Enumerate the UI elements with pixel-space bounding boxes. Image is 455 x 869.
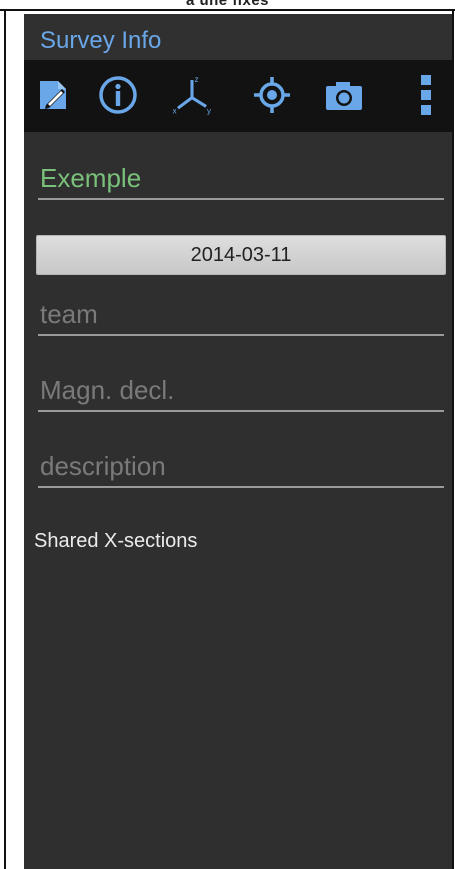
svg-text:x: x [173,106,177,115]
overflow-menu-icon [421,75,431,115]
survey-name-field[interactable]: Exemple [38,156,444,200]
survey-name-value: Exemple [40,163,142,193]
3d-axes-icon: z x y [173,75,211,116]
3d-view-button[interactable]: z x y [170,72,214,118]
magnetic-declination-field[interactable]: Magn. decl. [38,368,444,412]
info-icon [99,76,137,114]
decl-placeholder: Magn. decl. [40,375,175,405]
frame-right-line [452,9,454,869]
page-title: Survey Info [40,27,162,54]
locate-button[interactable] [250,72,294,118]
note-edit-icon [40,81,66,109]
title-bar: Survey Info [24,14,452,60]
shared-x-sections-label: Shared X-sections [34,530,198,552]
description-placeholder: description [40,451,166,481]
page: a une fixes Survey Info z x y Exemple 20… [0,0,455,869]
gps-locate-icon [254,77,290,113]
toolbar: z x y [24,60,452,132]
camera-button[interactable] [322,72,366,118]
svg-text:y: y [207,106,211,115]
note-edit-button[interactable] [30,72,74,118]
info-button[interactable] [96,72,140,118]
frame-left-line [4,9,6,869]
description-field[interactable]: description [38,444,444,488]
svg-text:z: z [195,75,199,84]
overflow-menu-button[interactable] [404,72,448,118]
frame-top-line [0,9,455,11]
phone-screen: Survey Info z x y Exemple 2014-03-11 tea… [24,14,452,869]
team-placeholder: team [40,299,98,329]
camera-icon [326,82,362,110]
date-button[interactable]: 2014-03-11 [36,235,446,275]
team-field[interactable]: team [38,292,444,336]
top-caption: a une fixes [185,0,270,9]
